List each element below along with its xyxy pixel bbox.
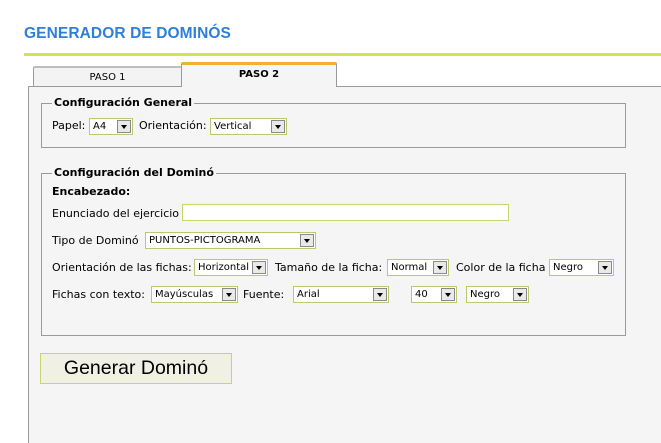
statement-input[interactable] <box>182 204 509 221</box>
chevron-down-icon <box>433 261 447 274</box>
chevron-down-icon <box>271 120 285 133</box>
chevron-down-icon <box>373 288 387 301</box>
text-tiles-label: Fichas con texto: <box>52 288 145 301</box>
chevron-down-icon <box>252 261 266 274</box>
tab-paso-2[interactable]: PASO 2 <box>181 62 337 87</box>
chevron-down-icon <box>513 288 527 301</box>
chevron-down-icon <box>222 288 236 301</box>
heading-label: Encabezado: <box>52 185 131 198</box>
tile-size-label: Tamaño de la ficha: <box>275 261 383 274</box>
paper-select[interactable]: A4 <box>89 118 133 135</box>
font-label: Fuente: <box>243 288 285 301</box>
tile-size-select[interactable]: Normal <box>387 259 449 276</box>
page-title: GENERADOR DE DOMINÓS <box>24 25 231 42</box>
domino-type-select[interactable]: PUNTOS-PICTOGRAMA <box>145 232 316 249</box>
general-settings-legend: Configuración General <box>52 96 195 110</box>
domino-type-label: Tipo de Dominó <box>52 234 139 247</box>
title-divider <box>24 53 661 56</box>
tile-color-select[interactable]: Negro <box>549 259 614 276</box>
chevron-down-icon <box>117 120 131 133</box>
paper-label: Papel: <box>52 119 86 132</box>
chevron-down-icon <box>441 288 455 301</box>
orientation-label: Orientación: <box>139 119 207 132</box>
font-color-select[interactable]: Negro <box>466 286 529 303</box>
text-tiles-select[interactable]: Mayúsculas <box>151 286 238 303</box>
tile-color-label: Color de la ficha <box>456 261 546 274</box>
orientation-select[interactable]: Vertical <box>210 118 287 135</box>
font-size-select[interactable]: 40 <box>411 286 457 303</box>
generate-domino-button[interactable]: Generar Dominó <box>40 353 232 384</box>
font-select[interactable]: Arial <box>293 286 389 303</box>
domino-settings-legend: Configuración del Dominó <box>52 166 216 180</box>
tab-paso-1[interactable]: PASO 1 <box>33 66 182 87</box>
statement-label: Enunciado del ejercicio <box>52 207 180 220</box>
chevron-down-icon <box>300 234 314 247</box>
tile-orientation-select[interactable]: Horizontal <box>194 259 268 276</box>
tile-orientation-label: Orientación de las fichas: <box>52 261 192 274</box>
tab-panel: Configuración General Papel: A4 Orientac… <box>28 86 661 443</box>
chevron-down-icon <box>598 261 612 274</box>
